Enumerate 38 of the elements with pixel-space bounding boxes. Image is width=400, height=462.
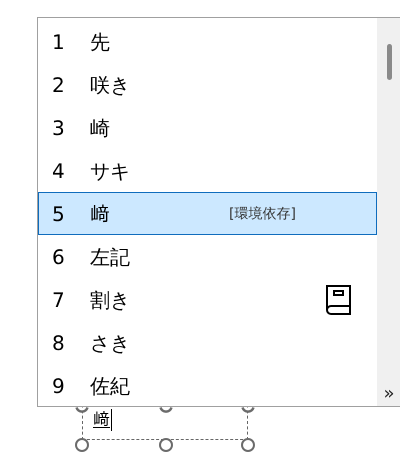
composition-text: 﨑: [93, 409, 112, 431]
candidate-item[interactable]: 5 﨑 [環境依存]: [38, 192, 377, 235]
resize-handle[interactable]: [75, 407, 89, 413]
candidate-item[interactable]: 6 左記: [38, 235, 377, 278]
candidate-number: 2: [52, 72, 66, 98]
candidate-item[interactable]: 9 佐紀: [38, 364, 377, 407]
expand-button[interactable]: »: [378, 383, 400, 405]
candidate-text: 咲き: [90, 72, 130, 98]
resize-handle[interactable]: [241, 407, 255, 413]
resize-handle[interactable]: [159, 407, 173, 413]
candidate-number: 3: [52, 114, 66, 142]
candidate-text: 左記: [90, 244, 130, 270]
candidate-item[interactable]: 1 先: [38, 20, 377, 63]
resize-handle[interactable]: [75, 438, 89, 452]
resize-handle[interactable]: [159, 438, 173, 452]
candidate-item[interactable]: 2 咲き: [38, 63, 377, 106]
candidate-item[interactable]: 4 サキ: [38, 149, 377, 192]
scrollbar-thumb[interactable]: [387, 44, 392, 80]
candidate-text: 崎: [90, 114, 110, 142]
scrollbar[interactable]: »: [377, 18, 400, 406]
candidate-item[interactable]: 8 さき: [38, 321, 377, 364]
candidate-number: 1: [52, 28, 66, 56]
candidate-item[interactable]: 3 崎: [38, 106, 377, 149]
candidate-text: 先: [90, 28, 110, 56]
candidate-number: 8: [52, 330, 66, 356]
candidate-note: [環境依存]: [229, 205, 296, 224]
candidate-number: 9: [52, 372, 66, 400]
candidate-item[interactable]: 7 割き: [38, 278, 377, 321]
candidate-number: 5: [52, 200, 66, 228]
candidate-text: 﨑: [90, 200, 110, 228]
resize-handle[interactable]: [241, 438, 255, 452]
candidate-text: 割き: [90, 286, 130, 314]
candidate-number: 7: [52, 286, 66, 314]
candidate-number: 4: [52, 158, 66, 184]
candidate-text: サキ: [90, 158, 130, 184]
candidate-text: さき: [90, 330, 130, 356]
candidate-number: 6: [52, 244, 66, 270]
candidate-text: 佐紀: [90, 372, 130, 400]
